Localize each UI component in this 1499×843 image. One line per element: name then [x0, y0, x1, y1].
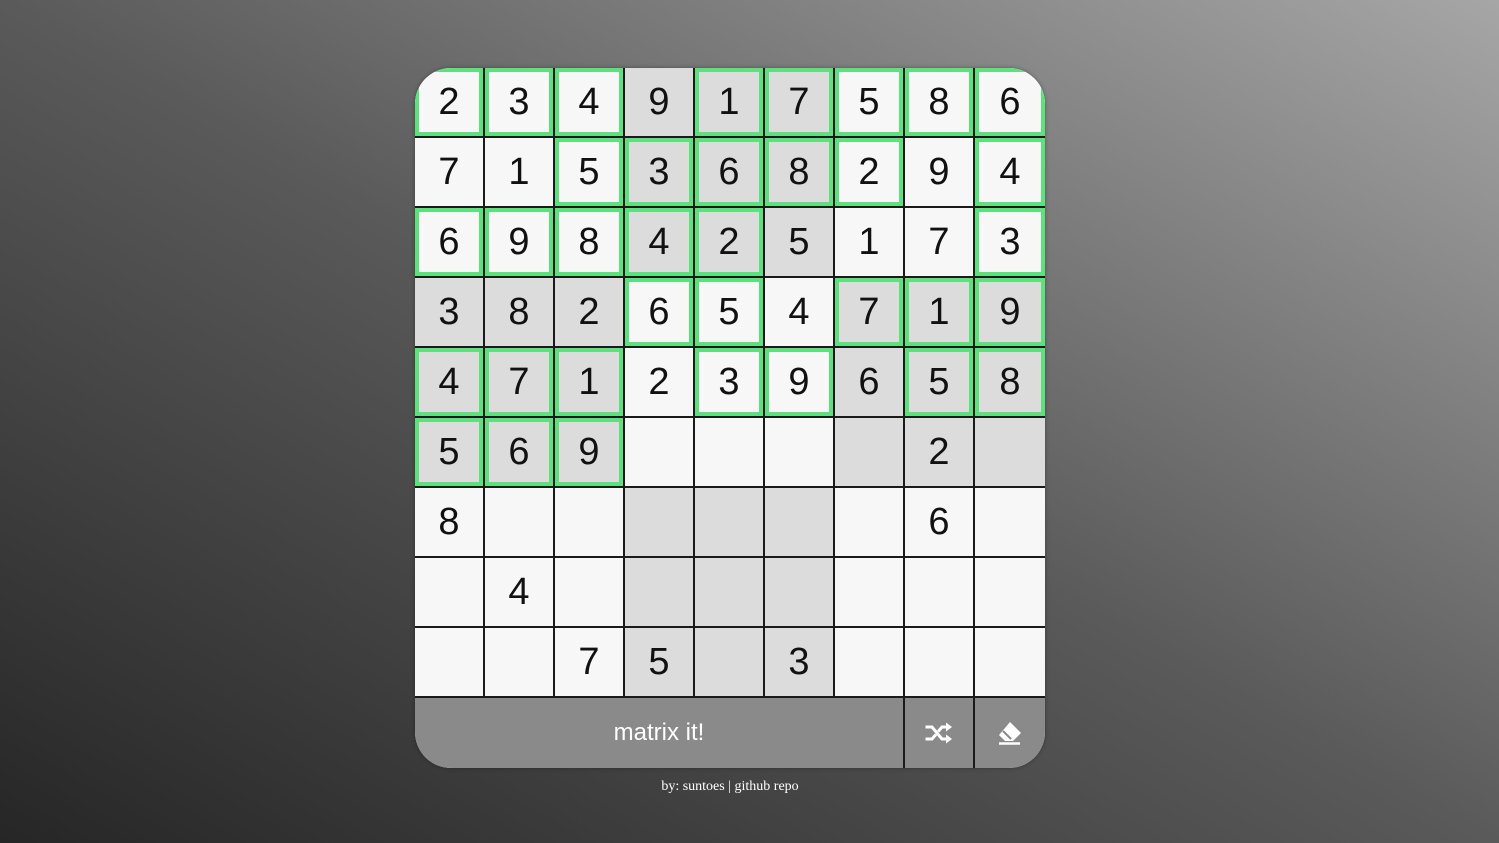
sudoku-cell[interactable]: 6 — [975, 68, 1045, 138]
sudoku-cell[interactable]: 7 — [905, 208, 975, 278]
eraser-button[interactable] — [975, 698, 1045, 768]
github-repo-link[interactable]: github repo — [735, 779, 799, 794]
sudoku-cell[interactable] — [835, 558, 905, 628]
shuffle-button[interactable] — [905, 698, 975, 768]
eraser-icon — [999, 722, 1021, 745]
sudoku-cell[interactable] — [415, 558, 485, 628]
sudoku-cell[interactable]: 1 — [485, 138, 555, 208]
sudoku-cell[interactable]: 6 — [485, 418, 555, 488]
sudoku-cell[interactable]: 3 — [975, 208, 1045, 278]
sudoku-cell[interactable] — [415, 628, 485, 698]
sudoku-cell[interactable] — [695, 558, 765, 628]
sudoku-cell[interactable]: 7 — [835, 278, 905, 348]
sudoku-cell[interactable]: 2 — [625, 348, 695, 418]
sudoku-cell[interactable]: 3 — [625, 138, 695, 208]
sudoku-cell[interactable]: 1 — [835, 208, 905, 278]
sudoku-cell[interactable]: 1 — [555, 348, 625, 418]
sudoku-cell[interactable]: 9 — [485, 208, 555, 278]
sudoku-cell[interactable]: 3 — [695, 348, 765, 418]
sudoku-cell[interactable] — [625, 488, 695, 558]
sudoku-cell[interactable] — [765, 558, 835, 628]
sudoku-cell[interactable] — [695, 488, 765, 558]
sudoku-cell[interactable]: 9 — [905, 138, 975, 208]
sudoku-cell[interactable]: 3 — [485, 68, 555, 138]
sudoku-cell[interactable]: 6 — [695, 138, 765, 208]
sudoku-cell[interactable]: 4 — [625, 208, 695, 278]
sudoku-cell[interactable]: 5 — [835, 68, 905, 138]
sudoku-cell[interactable]: 2 — [415, 68, 485, 138]
sudoku-cell[interactable]: 4 — [975, 138, 1045, 208]
sudoku-grid: 2349175867153682946984251733826547194712… — [415, 68, 1045, 698]
sudoku-cell[interactable]: 9 — [765, 348, 835, 418]
sudoku-cell[interactable]: 6 — [625, 278, 695, 348]
sudoku-cell[interactable]: 5 — [625, 628, 695, 698]
sudoku-cell[interactable] — [555, 558, 625, 628]
sudoku-cell[interactable]: 7 — [415, 138, 485, 208]
sudoku-cell[interactable]: 2 — [695, 208, 765, 278]
sudoku-panel: 2349175867153682946984251733826547194712… — [415, 68, 1045, 768]
sudoku-cell[interactable]: 1 — [695, 68, 765, 138]
sudoku-cell[interactable] — [905, 558, 975, 628]
sudoku-cell[interactable]: 5 — [555, 138, 625, 208]
sudoku-cell[interactable]: 4 — [485, 558, 555, 628]
sudoku-cell[interactable] — [835, 488, 905, 558]
sudoku-cell[interactable]: 8 — [975, 348, 1045, 418]
sudoku-cell[interactable]: 6 — [835, 348, 905, 418]
sudoku-cell[interactable]: 8 — [765, 138, 835, 208]
sudoku-cell[interactable] — [625, 558, 695, 628]
sudoku-cell[interactable] — [975, 628, 1045, 698]
sudoku-cell[interactable]: 7 — [555, 628, 625, 698]
sudoku-cell[interactable] — [975, 558, 1045, 628]
sudoku-cell[interactable] — [485, 488, 555, 558]
sudoku-cell[interactable]: 6 — [415, 208, 485, 278]
sudoku-cell[interactable]: 9 — [625, 68, 695, 138]
author-credit: by: suntoes — [661, 779, 725, 794]
sudoku-cell[interactable]: 2 — [905, 418, 975, 488]
sudoku-cell[interactable]: 8 — [485, 278, 555, 348]
footer-credits: by: suntoes | github repo — [415, 779, 1045, 795]
sudoku-cell[interactable]: 4 — [765, 278, 835, 348]
sudoku-cell[interactable] — [835, 418, 905, 488]
sudoku-cell[interactable]: 1 — [905, 278, 975, 348]
control-bar: matrix it! — [415, 698, 1045, 768]
sudoku-cell[interactable]: 5 — [695, 278, 765, 348]
sudoku-cell[interactable]: 8 — [905, 68, 975, 138]
sudoku-cell[interactable]: 3 — [765, 628, 835, 698]
sudoku-cell[interactable]: 5 — [415, 418, 485, 488]
sudoku-cell[interactable] — [555, 488, 625, 558]
sudoku-cell[interactable] — [765, 488, 835, 558]
sudoku-cell[interactable] — [695, 628, 765, 698]
sudoku-cell[interactable]: 7 — [765, 68, 835, 138]
sudoku-cell[interactable] — [835, 628, 905, 698]
sudoku-cell[interactable] — [975, 488, 1045, 558]
sudoku-cell[interactable]: 4 — [555, 68, 625, 138]
sudoku-cell[interactable]: 8 — [555, 208, 625, 278]
sudoku-cell[interactable] — [765, 418, 835, 488]
sudoku-cell[interactable] — [975, 418, 1045, 488]
sudoku-cell[interactable]: 6 — [905, 488, 975, 558]
sudoku-cell[interactable] — [485, 628, 555, 698]
sudoku-cell[interactable]: 2 — [555, 278, 625, 348]
matrix-it-button[interactable]: matrix it! — [415, 698, 905, 768]
sudoku-cell[interactable] — [695, 418, 765, 488]
sudoku-cell[interactable]: 9 — [975, 278, 1045, 348]
sudoku-cell[interactable] — [905, 628, 975, 698]
sudoku-cell[interactable]: 5 — [905, 348, 975, 418]
sudoku-cell[interactable]: 5 — [765, 208, 835, 278]
sudoku-cell[interactable]: 3 — [415, 278, 485, 348]
sudoku-cell[interactable]: 7 — [485, 348, 555, 418]
sudoku-cell[interactable]: 2 — [835, 138, 905, 208]
sudoku-cell[interactable]: 8 — [415, 488, 485, 558]
sudoku-cell[interactable]: 4 — [415, 348, 485, 418]
footer-separator: | — [724, 779, 735, 794]
sudoku-cell[interactable] — [625, 418, 695, 488]
sudoku-cell[interactable]: 9 — [555, 418, 625, 488]
shuffle-icon — [925, 722, 952, 744]
